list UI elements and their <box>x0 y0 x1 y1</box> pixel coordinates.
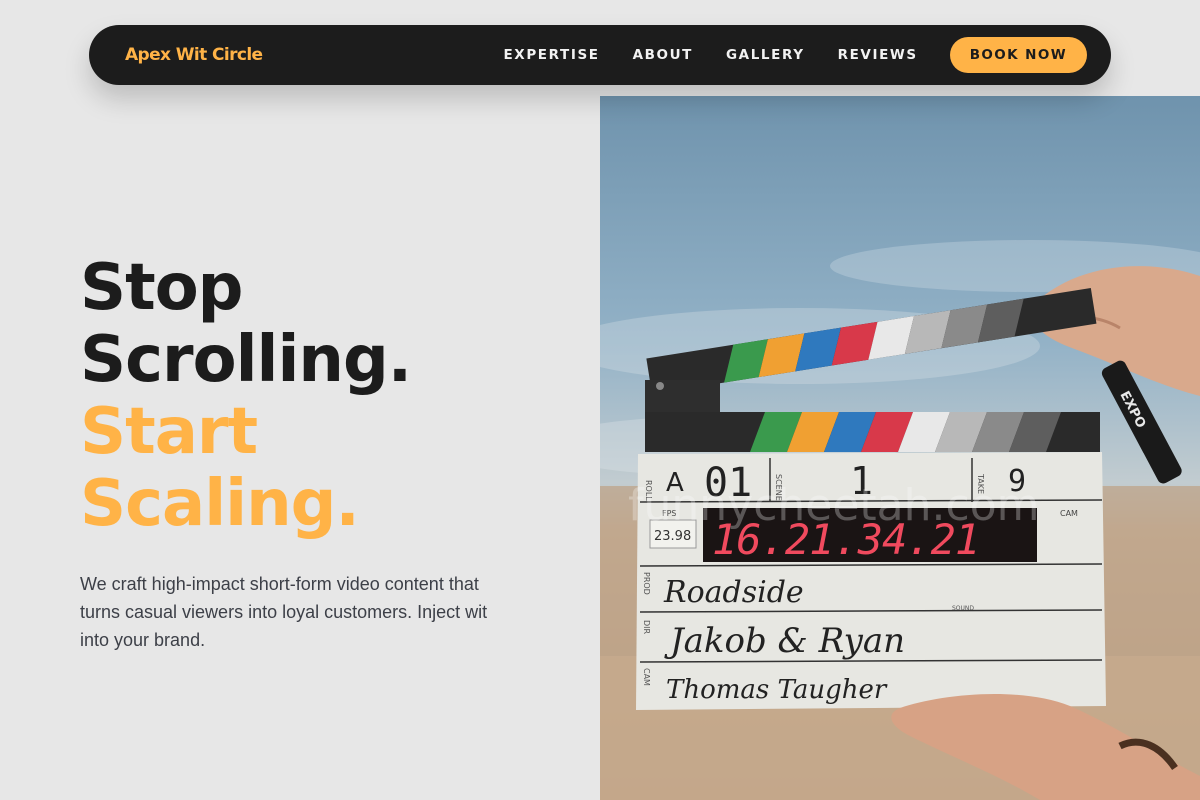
slate-fps: 23.98 <box>654 529 691 544</box>
brand-logo[interactable]: Apex Wit Circle <box>125 45 263 65</box>
book-now-button[interactable]: BOOK NOW <box>949 37 1087 73</box>
hero-subtext: We craft high-impact short-form video co… <box>80 574 488 650</box>
headline-line-3: Start <box>80 395 258 469</box>
top-nav: Apex Wit Circle EXPERTISE ABOUT GALLERY … <box>89 25 1111 85</box>
slate-cam: Thomas Taugher <box>666 675 888 705</box>
nav-link-expertise[interactable]: EXPERTISE <box>503 47 599 63</box>
nav-links: EXPERTISE ABOUT GALLERY REVIEWS <box>503 47 917 63</box>
nav-link-about[interactable]: ABOUT <box>633 47 693 63</box>
watermark: funnycheetah.com <box>628 480 1039 531</box>
slate-cam-label: CAM <box>1060 509 1078 518</box>
headline-line-4: Scaling. <box>80 467 360 541</box>
slate-prod-label: PROD <box>642 572 651 595</box>
slate-cam-row-label: CAM <box>642 668 651 686</box>
headline-line-1: Stop <box>80 251 243 325</box>
slate-sound-label: SOUND <box>952 605 974 612</box>
slate-prod: Roadside <box>663 575 804 610</box>
page: Apex Wit Circle EXPERTISE ABOUT GALLERY … <box>0 0 1200 800</box>
nav-link-gallery[interactable]: GALLERY <box>726 47 805 63</box>
slate-dir-label: DIR <box>642 620 651 635</box>
hero-headline: Stop Scrolling. Start Scaling. <box>80 252 560 540</box>
slate-dir: Jakob & Ryan <box>664 621 905 661</box>
hero-text: Stop Scrolling. Start Scaling. We craft … <box>80 252 560 654</box>
headline-line-2: Scrolling. <box>80 323 412 397</box>
clapperboard-photo: EXPO ROLL A 01 SCENE 1 TAKE 9 FPS 23.98 … <box>600 96 1200 800</box>
nav-link-reviews[interactable]: REVIEWS <box>838 47 918 63</box>
